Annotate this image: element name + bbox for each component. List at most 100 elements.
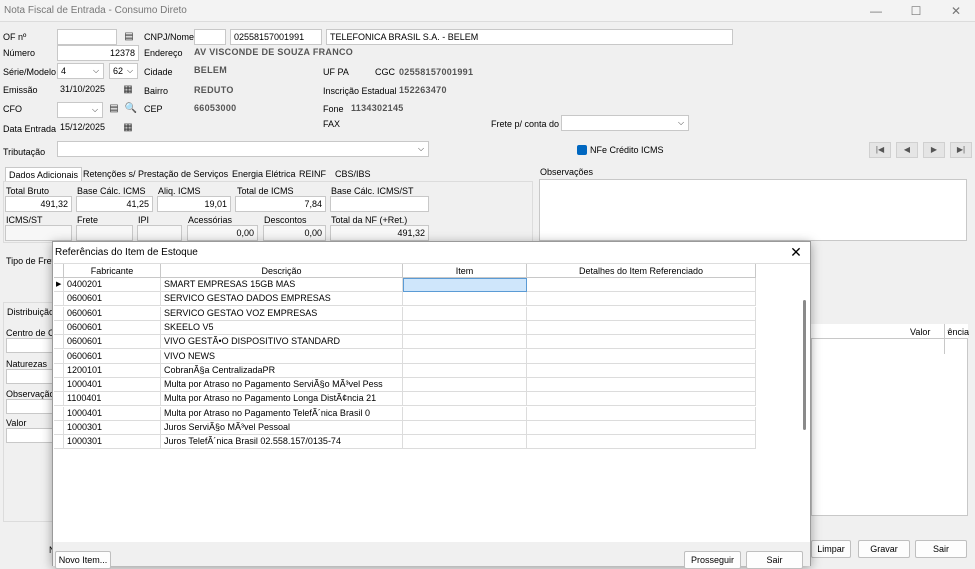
cell-item[interactable]: [403, 378, 527, 393]
frete-total-field[interactable]: [76, 225, 133, 241]
cell-item[interactable]: [403, 278, 527, 292]
first-record-button[interactable]: |◀: [869, 142, 891, 158]
novo-item-button[interactable]: Novo Item...: [55, 551, 111, 569]
table-row[interactable]: 1100401 Multa por Atraso no Pagamento Lon…: [54, 392, 756, 407]
list-icon[interactable]: ▤: [107, 102, 121, 116]
table-row[interactable]: 1000301 Juros TelefÃ´nica Brasil 02.558.1…: [54, 435, 756, 450]
cfo-label: CFO: [3, 104, 22, 114]
total-icms-field[interactable]: 7,84: [235, 196, 326, 212]
cell-item[interactable]: [403, 306, 527, 321]
valor-label: Valor: [6, 418, 27, 428]
close-window-button[interactable]: ✕: [942, 2, 970, 20]
close-icon[interactable]: ✕: [788, 244, 804, 260]
cell-detalhes[interactable]: [527, 378, 756, 393]
cell-detalhes[interactable]: [527, 320, 756, 335]
sair-main-button[interactable]: Sair: [915, 540, 967, 558]
search-list-icon[interactable]: ▤: [122, 30, 136, 44]
descontos-field[interactable]: 0,00: [263, 225, 326, 241]
table-row[interactable]: 1200101 CobranÃ§a CentralizadaPR: [54, 363, 756, 378]
cell-item[interactable]: [403, 349, 527, 364]
table-row[interactable]: 0600601 VIVO GESTÃ•O DISPOSITIVO STANDARD: [54, 335, 756, 350]
cell-item[interactable]: [403, 435, 527, 450]
modelo-select[interactable]: 62 ⌵: [109, 63, 138, 79]
calendar-icon[interactable]: ▦: [121, 83, 135, 97]
table-row[interactable]: 1000401 Multa por Atraso no Pagamento Tel…: [54, 406, 756, 421]
cell-detalhes[interactable]: [527, 392, 756, 407]
observacao-input[interactable]: [6, 399, 53, 414]
table-row[interactable]: 1000301 Juros ServiÃ§o MÃ³vel Pessoal: [54, 421, 756, 435]
search-icon[interactable]: 🔍: [124, 102, 138, 116]
table-row[interactable]: 0600601 SERVICO GESTAO VOZ EMPRESAS: [54, 306, 756, 321]
ipi-field[interactable]: [137, 225, 182, 241]
calendar-icon[interactable]: ▦: [121, 121, 135, 135]
icms-st-field[interactable]: [5, 225, 72, 241]
col-item-header[interactable]: Item: [403, 264, 527, 278]
sair-button[interactable]: Sair: [746, 551, 803, 569]
cell-item[interactable]: [403, 406, 527, 421]
cnpj-input[interactable]: 02558157001991: [230, 29, 322, 45]
tab-energia-eletrica[interactable]: Energia Elétrica: [229, 167, 299, 182]
tab-retencoes[interactable]: Retenções s/ Prestação de Serviços: [80, 167, 231, 182]
cell-detalhes[interactable]: [527, 363, 756, 378]
cell-item[interactable]: [403, 335, 527, 350]
numero-input[interactable]: 12378: [57, 45, 139, 61]
next-record-button[interactable]: ▶: [923, 142, 945, 158]
limpar-button[interactable]: Limpar: [811, 540, 851, 558]
col-detalhes-header[interactable]: Detalhes do Item Referenciado: [527, 264, 756, 278]
tab-reinf[interactable]: REINF: [296, 167, 329, 182]
total-nf-field[interactable]: 491,32: [330, 225, 429, 241]
vertical-scrollbar[interactable]: [800, 278, 810, 541]
minimize-button[interactable]: —: [862, 2, 890, 20]
acessorias-field[interactable]: 0,00: [187, 225, 258, 241]
gravar-button[interactable]: Gravar: [858, 540, 910, 558]
data-entrada-input[interactable]: 15/12/2025: [57, 120, 118, 136]
table-row[interactable]: 0600601 SERVICO GESTAO DADOS EMPRESAS: [54, 292, 756, 307]
centro-custo-input[interactable]: [6, 338, 53, 353]
table-row[interactable]: 0600601 VIVO NEWS: [54, 349, 756, 364]
cell-detalhes[interactable]: [527, 278, 756, 292]
scroll-thumb[interactable]: [803, 300, 806, 430]
cell-fabricante: 0600601: [64, 306, 161, 321]
cnpj-prefix-input[interactable]: [194, 29, 226, 45]
prev-record-button[interactable]: ◀: [896, 142, 918, 158]
table-row[interactable]: 0600601 SKEELO V5: [54, 320, 756, 335]
col-descricao-header[interactable]: Descrição: [161, 264, 403, 278]
last-record-button[interactable]: ▶|: [950, 142, 972, 158]
cell-item[interactable]: [403, 392, 527, 407]
cell-item[interactable]: [403, 292, 527, 307]
cell-item[interactable]: [403, 363, 527, 378]
base-icms-st-field[interactable]: [330, 196, 429, 212]
row-indicator: [54, 421, 64, 435]
distribuicao-tab[interactable]: Distribuição: [7, 307, 54, 317]
cell-detalhes[interactable]: [527, 306, 756, 321]
nome-input[interactable]: TELEFONICA BRASIL S.A. - BELEM: [326, 29, 733, 45]
cell-item[interactable]: [403, 320, 527, 335]
cell-detalhes[interactable]: [527, 435, 756, 450]
col-fabricante-header[interactable]: Fabricante: [64, 264, 161, 278]
table-row[interactable]: 1000401 Multa por Atraso no Pagamento Ser…: [54, 378, 756, 393]
cell-detalhes[interactable]: [527, 292, 756, 307]
cell-detalhes[interactable]: [527, 349, 756, 364]
cell-detalhes[interactable]: [527, 406, 756, 421]
emissao-input[interactable]: 31/10/2025: [57, 82, 118, 98]
cell-detalhes[interactable]: [527, 335, 756, 350]
cell-detalhes[interactable]: [527, 421, 756, 435]
total-bruto-field[interactable]: 491,32: [5, 196, 72, 212]
nfe-credito-checkbox[interactable]: [577, 145, 587, 155]
observacoes-textarea[interactable]: [539, 179, 967, 241]
naturezas-input[interactable]: [6, 369, 53, 384]
tab-cbs-ibs[interactable]: CBS/IBS: [332, 167, 374, 182]
cfo-select[interactable]: ⌵: [57, 102, 103, 118]
prosseguir-button[interactable]: Prosseguir: [684, 551, 741, 569]
frete-conta-select[interactable]: ⌵: [561, 115, 689, 131]
base-icms-field[interactable]: 41,25: [76, 196, 153, 212]
nf-input[interactable]: [57, 29, 117, 45]
tab-dados-adicionais[interactable]: Dados Adicionais: [5, 167, 83, 182]
table-row[interactable]: ▶ 0400201 SMART EMPRESAS 15GB MAS: [54, 278, 756, 292]
maximize-button[interactable]: ☐: [902, 2, 930, 20]
valor-input[interactable]: [6, 428, 53, 443]
cell-item[interactable]: [403, 421, 527, 435]
serie-select[interactable]: 4 ⌵: [57, 63, 104, 79]
tributacao-select[interactable]: ⌵: [57, 141, 429, 157]
aliq-icms-field[interactable]: 19,01: [157, 196, 231, 212]
